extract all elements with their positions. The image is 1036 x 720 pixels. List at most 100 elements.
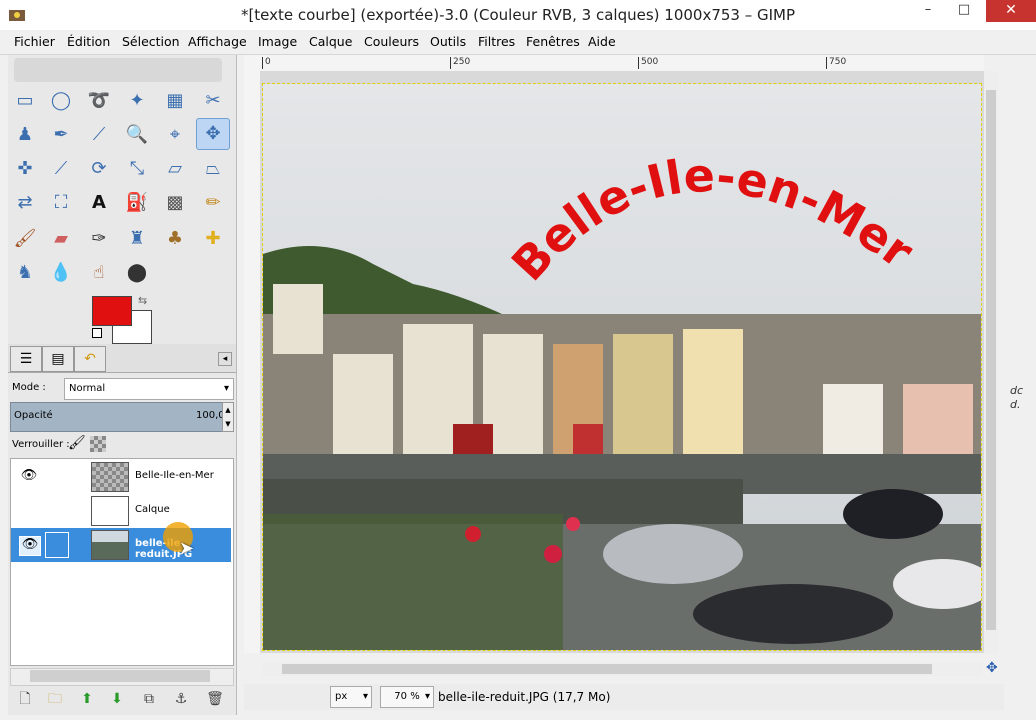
swap-colors-icon[interactable]: ⇆ (138, 294, 147, 307)
tab-undo-icon[interactable]: ↶ (74, 346, 106, 372)
layer-name: Calque (135, 504, 170, 515)
color-picker-icon[interactable]: ⟋ (86, 122, 112, 148)
canvas-horizontal-scrollbar-thumb[interactable] (282, 664, 932, 674)
scale-icon[interactable]: ⤡ (124, 156, 150, 182)
ellipse-select-icon[interactable]: ◯ (48, 88, 74, 114)
shear-icon[interactable]: ▱ (162, 156, 188, 182)
ruler-horizontal: 0 250 500 750 (244, 55, 984, 72)
paintbrush-icon[interactable]: 🖌 (12, 226, 38, 252)
menu-edition[interactable]: Édition (67, 34, 110, 49)
heal-icon[interactable]: ✚ (200, 226, 226, 252)
side-text-line: dc (1010, 384, 1024, 397)
lower-layer-icon[interactable]: ⬇ (108, 690, 126, 708)
scissors-icon[interactable]: ✂ (200, 88, 226, 114)
eye-icon[interactable]: 👁 (19, 536, 41, 556)
foreground-select-icon[interactable]: ♟ (12, 122, 38, 148)
menu-image[interactable]: Image (258, 34, 297, 49)
ruler-label: 750 (826, 57, 846, 69)
zoom-select[interactable]: 70 % ▾ (380, 686, 434, 708)
image-canvas[interactable]: Belle-Ile-en-Mer (262, 83, 982, 651)
blend-icon[interactable]: ▩ (162, 190, 188, 216)
menu-affichage[interactable]: Affichage (188, 34, 247, 49)
menu-calque[interactable]: Calque (309, 34, 352, 49)
minimize-button[interactable]: – (910, 0, 946, 22)
anchor-layer-icon[interactable]: ⚓ (172, 690, 190, 708)
eraser-icon[interactable]: ▰ (48, 226, 74, 252)
color-select-icon[interactable]: ▦ (162, 88, 188, 114)
menu-filtres[interactable]: Filtres (478, 34, 515, 49)
ruler-label: 0 (262, 57, 271, 69)
airbrush-icon[interactable]: ✑ (86, 226, 112, 252)
mode-select[interactable]: Normal ▾ (64, 378, 234, 400)
mode-label: Mode : (12, 382, 46, 393)
layer-row[interactable]: Calque (11, 494, 231, 528)
bucket-fill-icon[interactable]: ⛽ (124, 190, 150, 216)
mouse-cursor-icon: ➤ (179, 538, 195, 559)
maximize-button[interactable]: □ (946, 0, 982, 22)
unit-value: px (335, 691, 348, 702)
menu-fichier[interactable]: Fichier (14, 34, 55, 49)
zoom-icon[interactable]: 🔍 (124, 122, 150, 148)
flip-icon[interactable]: ⇄ (12, 190, 38, 216)
dodge-burn-icon[interactable]: ⬤ (124, 260, 150, 286)
layers-scrollbar-thumb[interactable] (30, 670, 210, 682)
rotate-icon[interactable]: ⟳ (86, 156, 112, 182)
blur-icon[interactable]: 💧 (48, 260, 74, 286)
menu-fenetres[interactable]: Fenêtres (526, 34, 580, 49)
lasso-icon[interactable]: ➰ (86, 88, 112, 114)
layer-thumbnail (91, 462, 129, 492)
canvas-vertical-scrollbar-thumb[interactable] (986, 90, 996, 630)
menu-couleurs[interactable]: Couleurs (364, 34, 419, 49)
new-layer-icon[interactable]: 🗋 (16, 690, 34, 708)
measure-icon[interactable]: ⌖ (162, 122, 188, 148)
eye-icon[interactable]: 👁 (19, 468, 39, 486)
perspective-icon[interactable]: ⏢ (200, 156, 226, 182)
menu-outils[interactable]: Outils (430, 34, 466, 49)
duplicate-layer-icon[interactable]: ⧉ (140, 690, 158, 708)
status-info: belle-ile-reduit.JPG (17,7 Mo) (438, 690, 611, 704)
ruler-label: 500 (638, 57, 658, 69)
align-icon[interactable]: ✜ (12, 156, 38, 182)
harbor-photo: Belle-Ile-en-Mer (263, 84, 981, 650)
tab-channels-icon[interactable]: ▤ (42, 346, 74, 372)
chevron-down-icon: ▾ (362, 691, 368, 702)
new-layer-group-icon[interactable]: 🗀 (46, 690, 64, 708)
foreground-color-swatch[interactable] (92, 296, 132, 326)
navigate-icon[interactable]: ✥ (986, 660, 998, 676)
raise-layer-icon[interactable]: ⬆ (78, 690, 96, 708)
menu-aide[interactable]: Aide (588, 34, 616, 49)
layer-row[interactable]: 👁 Belle-Ile-en-Mer (11, 460, 231, 494)
ruler-vertical (244, 71, 261, 653)
layer-thumbnail (91, 530, 129, 560)
crop-icon[interactable]: ⟋ (48, 156, 74, 182)
paths-icon[interactable]: ✒ (48, 122, 74, 148)
lock-label: Verrouiller : (12, 439, 70, 450)
opacity-spinner[interactable]: ▲ ▼ (222, 402, 234, 432)
perspective-clone-icon[interactable]: ♞ (12, 260, 38, 286)
cage-icon[interactable]: ⛶ (48, 190, 74, 216)
pencil-icon[interactable]: ✏ (200, 190, 226, 216)
delete-layer-icon[interactable]: 🗑 (206, 690, 224, 708)
lock-alpha-icon[interactable] (90, 436, 106, 452)
reset-colors-icon[interactable] (92, 328, 102, 338)
tab-layers-icon[interactable]: ☰ (10, 346, 42, 372)
text-icon[interactable]: A (86, 190, 112, 216)
close-button[interactable]: ✕ (986, 0, 1036, 22)
smudge-icon[interactable]: ☝ (86, 260, 112, 286)
unit-select[interactable]: px ▾ (330, 686, 372, 708)
clone-icon[interactable]: ♣ (162, 226, 188, 252)
move-icon[interactable]: ✥ (196, 118, 230, 150)
ink-icon[interactable]: ♜ (124, 226, 150, 252)
menu-selection[interactable]: Sélection (122, 34, 180, 49)
menu-bar: Fichier Édition Sélection Affichage Imag… (0, 30, 1036, 55)
fuzzy-select-icon[interactable]: ✦ (124, 88, 150, 114)
opacity-label: Opacité (14, 410, 53, 421)
toolbox-drop-area (14, 58, 222, 82)
layer-row-selected[interactable]: 👁 belle-ile-reduit.JPG ➤ (11, 522, 231, 562)
side-text-line: d. (1010, 398, 1021, 411)
dock-menu-icon[interactable]: ◂ (218, 352, 232, 366)
chain-toggle[interactable] (45, 532, 69, 558)
rect-select-icon[interactable]: ▭ (12, 88, 38, 114)
chevron-down-icon: ▾ (424, 691, 430, 702)
lock-pixels-icon[interactable]: 🖌 (68, 435, 86, 451)
